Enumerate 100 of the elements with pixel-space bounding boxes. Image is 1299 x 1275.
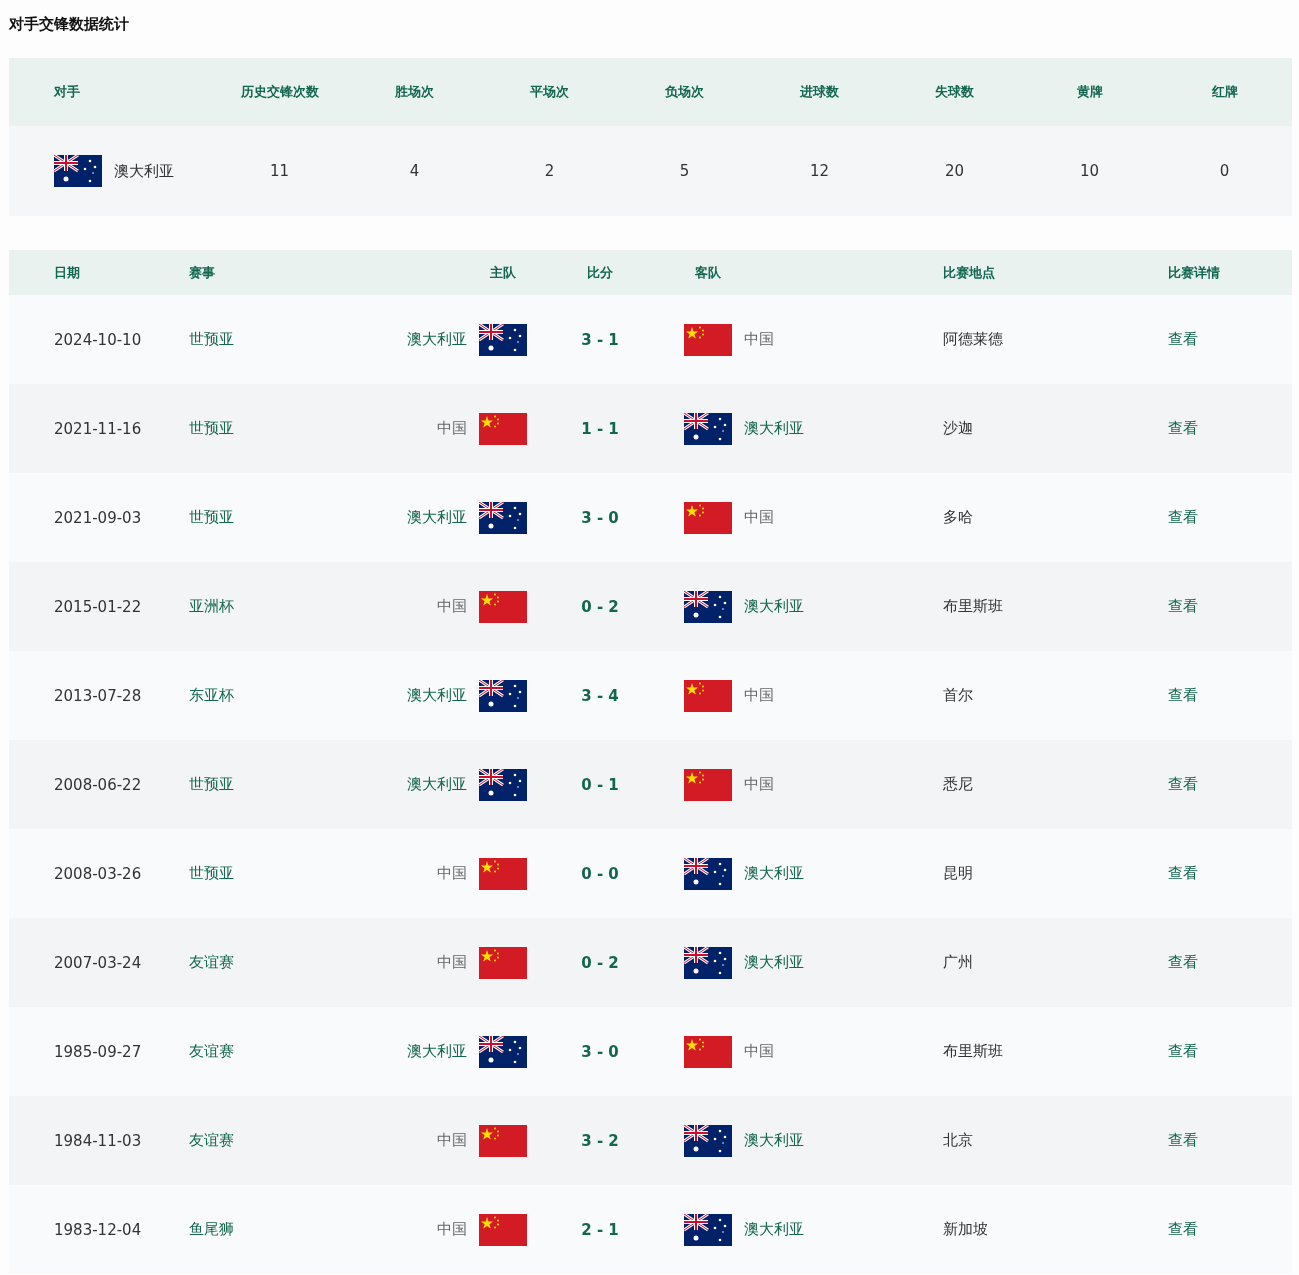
stat-value: 12 (808, 162, 831, 180)
team-name: 中国 (744, 330, 774, 349)
team-name[interactable]: 澳大利亚 (744, 1131, 804, 1150)
team-name[interactable]: 澳大利亚 (744, 1220, 804, 1239)
details-link[interactable]: 查看 (1168, 508, 1198, 527)
match-date: 2008-06-22 (54, 775, 143, 794)
team-name: 中国 (437, 953, 467, 972)
competition-link[interactable]: 东亚杯 (189, 686, 234, 705)
details-link[interactable]: 查看 (1168, 686, 1198, 705)
stat-value: 5 (678, 162, 691, 180)
details-link[interactable]: 查看 (1168, 864, 1198, 883)
column-header: 日期 (54, 263, 81, 282)
column-header: 赛事 (189, 263, 216, 282)
match-date: 2008-03-26 (54, 864, 143, 883)
team-name: 中国 (744, 1042, 774, 1061)
china-flag-icon (479, 412, 527, 445)
match-venue: 布里斯班 (943, 1042, 1004, 1061)
details-link[interactable]: 查看 (1168, 1042, 1198, 1061)
match-date: 1984-11-03 (54, 1131, 143, 1150)
competition-link[interactable]: 世预亚 (189, 775, 234, 794)
team-name[interactable]: 澳大利亚 (744, 864, 804, 883)
stat-value: 2 (543, 162, 556, 180)
details-link[interactable]: 查看 (1168, 953, 1198, 972)
china-flag-icon (479, 857, 527, 890)
team-name: 中国 (437, 597, 467, 616)
competition-link[interactable]: 友谊赛 (189, 1131, 234, 1150)
match-score: 3 - 4 (580, 686, 620, 705)
match-score: 3 - 2 (580, 1131, 620, 1150)
china-flag-icon (479, 946, 527, 979)
column-header: 主队 (489, 263, 517, 282)
match-venue: 新加坡 (943, 1220, 989, 1239)
china-flag-icon (479, 1213, 527, 1246)
column-header: 红牌 (1210, 83, 1239, 101)
team-name: 中国 (437, 419, 467, 438)
match-venue: 沙迦 (943, 419, 974, 438)
match-score: 3 - 0 (580, 508, 620, 527)
column-header: 比赛地点 (943, 263, 996, 282)
team-name[interactable]: 澳大利亚 (744, 597, 804, 616)
details-link[interactable]: 查看 (1168, 419, 1198, 438)
china-flag-icon (479, 1124, 527, 1157)
team-name: 中国 (744, 508, 774, 527)
team-name[interactable]: 澳大利亚 (407, 775, 467, 794)
column-header: 黄牌 (1075, 83, 1104, 101)
team-name: 中国 (437, 1220, 467, 1239)
match-venue: 悉尼 (943, 775, 974, 794)
details-link[interactable]: 查看 (1168, 775, 1198, 794)
team-name[interactable]: 澳大利亚 (407, 330, 467, 349)
match-date: 1983-12-04 (54, 1220, 143, 1239)
competition-link[interactable]: 鱼尾狮 (189, 1220, 234, 1239)
opponent-name: 澳大利亚 (114, 161, 174, 181)
column-header: 客队 (694, 263, 722, 282)
team-name[interactable]: 澳大利亚 (407, 686, 467, 705)
column-header: 失球数 (934, 83, 975, 101)
column-header: 对手 (54, 83, 81, 101)
stat-value: 20 (943, 162, 966, 180)
competition-link[interactable]: 亚洲杯 (189, 597, 234, 616)
australia-flag-icon (684, 1124, 732, 1157)
match-score: 2 - 1 (580, 1220, 620, 1239)
match-date: 1985-09-27 (54, 1042, 143, 1061)
match-venue: 广州 (943, 953, 974, 972)
match-score: 3 - 1 (580, 330, 620, 349)
match-venue: 首尔 (943, 686, 974, 705)
stat-value: 10 (1078, 162, 1101, 180)
stat-value: 11 (268, 162, 291, 180)
competition-link[interactable]: 世预亚 (189, 330, 234, 349)
column-header: 比分 (586, 263, 614, 282)
australia-flag-icon (684, 946, 732, 979)
match-score: 0 - 2 (580, 597, 620, 616)
details-link[interactable]: 查看 (1168, 1220, 1198, 1239)
china-flag-icon (684, 323, 732, 356)
australia-flag-icon (54, 155, 102, 187)
competition-link[interactable]: 友谊赛 (189, 953, 234, 972)
china-flag-icon (684, 768, 732, 801)
team-name[interactable]: 澳大利亚 (744, 419, 804, 438)
australia-flag-icon (684, 857, 732, 890)
china-flag-icon (684, 1035, 732, 1068)
team-name: 中国 (744, 775, 774, 794)
australia-flag-icon (479, 679, 527, 712)
column-header: 进球数 (799, 83, 840, 101)
australia-flag-icon (479, 501, 527, 534)
team-name[interactable]: 澳大利亚 (407, 508, 467, 527)
team-name[interactable]: 澳大利亚 (744, 953, 804, 972)
competition-link[interactable]: 世预亚 (189, 864, 234, 883)
details-link[interactable]: 查看 (1168, 330, 1198, 349)
competition-link[interactable]: 友谊赛 (189, 1042, 234, 1061)
competition-link[interactable]: 世预亚 (189, 419, 234, 438)
details-link[interactable]: 查看 (1168, 597, 1198, 616)
match-date: 2024-10-10 (54, 330, 143, 349)
column-header: 平场次 (529, 83, 570, 101)
team-name[interactable]: 澳大利亚 (407, 1042, 467, 1061)
china-flag-icon (684, 679, 732, 712)
match-venue: 阿德莱德 (943, 330, 1004, 349)
match-score: 3 - 0 (580, 1042, 620, 1061)
china-flag-icon (479, 590, 527, 623)
details-link[interactable]: 查看 (1168, 1131, 1198, 1150)
section-title: 对手交锋数据统计 (9, 14, 130, 35)
match-venue: 多哈 (943, 508, 974, 527)
team-name: 中国 (744, 686, 774, 705)
australia-flag-icon (684, 412, 732, 445)
competition-link[interactable]: 世预亚 (189, 508, 234, 527)
